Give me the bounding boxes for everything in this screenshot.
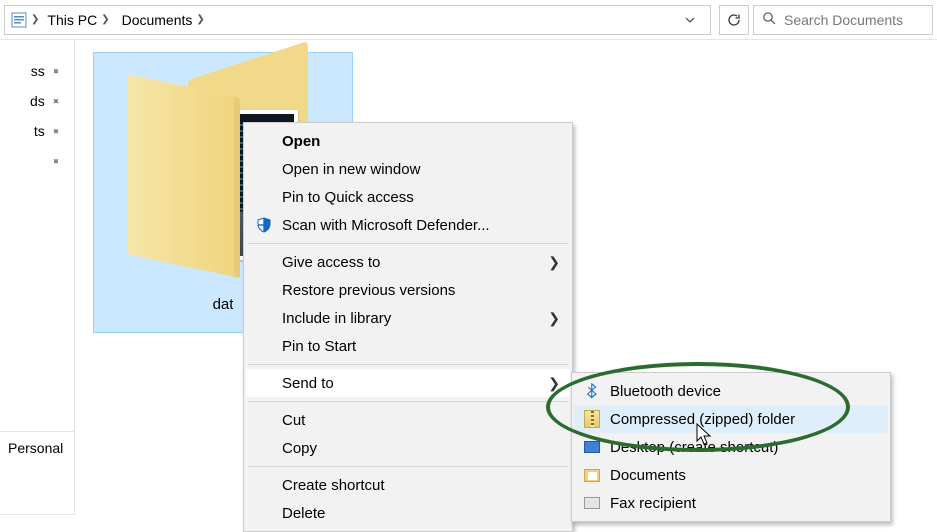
menu-item-label: Give access to — [282, 254, 380, 271]
search-icon — [762, 11, 776, 28]
submenu-arrow-icon: ❯ — [548, 375, 560, 392]
search-placeholder: Search Documents — [784, 12, 903, 28]
menu-item-label: Open — [282, 133, 320, 150]
menu-item-label: Send to — [282, 375, 334, 392]
menu-item-label: Open in new window — [282, 161, 420, 178]
menu-item-restore-versions[interactable]: Restore previous versions — [246, 276, 570, 304]
menu-item-label: Include in library — [282, 310, 391, 327]
pin-icon: ✦ — [48, 93, 64, 109]
zip-folder-icon — [582, 409, 602, 429]
refresh-button[interactable] — [719, 5, 749, 35]
search-box[interactable]: Search Documents — [753, 5, 933, 35]
breadcrumb-label: This PC — [47, 12, 97, 28]
menu-item-label: Copy — [282, 440, 317, 457]
menu-item-bluetooth[interactable]: Bluetooth device — [574, 377, 888, 405]
submenu-arrow-icon: ❯ — [548, 310, 560, 327]
menu-item-label: Desktop (create shortcut) — [610, 439, 778, 456]
breadcrumb-label: Documents — [122, 12, 193, 28]
nav-item-label: ss — [31, 63, 45, 79]
menu-item-label: Fax recipient — [610, 495, 696, 512]
navigation-pane: ss ✦ ds ✦ ts ✦ ✦ Personal — [0, 40, 75, 515]
menu-item-copy[interactable]: Copy — [246, 434, 570, 462]
menu-item-create-shortcut[interactable]: Create shortcut — [246, 471, 570, 499]
menu-item-pin-quick-access[interactable]: Pin to Quick access — [246, 183, 570, 211]
addressbar-row: ❯ This PC ❯ Documents ❯ Search Documents — [0, 0, 937, 40]
menu-item-pin-start[interactable]: Pin to Start — [246, 332, 570, 360]
nav-item-label: ds — [30, 93, 45, 109]
submenu-arrow-icon: ❯ — [548, 254, 560, 271]
send-to-submenu: Bluetooth device Compressed (zipped) fol… — [571, 372, 891, 522]
menu-item-delete[interactable]: Delete — [246, 499, 570, 527]
menu-separator — [248, 243, 568, 244]
desktop-icon — [582, 437, 602, 457]
bluetooth-icon — [582, 381, 602, 401]
menu-separator — [248, 401, 568, 402]
nav-quick-item[interactable]: ✦ — [0, 146, 74, 176]
menu-item-desktop-shortcut[interactable]: Desktop (create shortcut) — [574, 433, 888, 461]
menu-separator — [248, 364, 568, 365]
nav-section-personal[interactable]: Personal — [0, 431, 74, 515]
menu-item-include-library[interactable]: Include in library ❯ — [246, 304, 570, 332]
nav-quick-item[interactable]: ts ✦ — [0, 116, 74, 146]
menu-item-label: Bluetooth device — [610, 383, 721, 400]
menu-item-label: Cut — [282, 412, 305, 429]
breadcrumb: This PC ❯ Documents ❯ — [43, 10, 672, 30]
nav-section-label: Personal — [8, 440, 63, 456]
pin-icon: ✦ — [48, 123, 64, 139]
breadcrumb-this-pc[interactable]: This PC ❯ — [43, 10, 113, 30]
menu-item-label: Restore previous versions — [282, 282, 455, 299]
menu-item-fax-recipient[interactable]: Fax recipient — [574, 489, 888, 517]
menu-item-label: Pin to Start — [282, 338, 356, 355]
documents-folder-icon — [582, 465, 602, 485]
menu-item-label: Compressed (zipped) folder — [610, 411, 795, 428]
chevron-right-icon[interactable]: ❯ — [101, 14, 109, 25]
breadcrumb-documents[interactable]: Documents ❯ — [118, 10, 209, 30]
location-icon — [11, 12, 27, 28]
menu-item-send-to[interactable]: Send to ❯ — [246, 369, 570, 397]
fax-icon — [582, 493, 602, 513]
menu-item-scan-defender[interactable]: Scan with Microsoft Defender... — [246, 211, 570, 239]
nav-item-label: ts — [34, 123, 45, 139]
pin-icon: ✦ — [48, 63, 64, 79]
menu-item-label: Documents — [610, 467, 686, 484]
menu-item-compressed-folder[interactable]: Compressed (zipped) folder — [574, 405, 888, 433]
address-tail — [676, 6, 704, 34]
menu-item-label: Pin to Quick access — [282, 189, 414, 206]
nav-quick-item[interactable]: ss ✦ — [0, 56, 74, 86]
shield-icon — [254, 215, 274, 235]
menu-item-open-new-window[interactable]: Open in new window — [246, 155, 570, 183]
pin-icon: ✦ — [48, 153, 64, 169]
menu-item-cut[interactable]: Cut — [246, 406, 570, 434]
context-menu: Open Open in new window Pin to Quick acc… — [243, 122, 573, 532]
menu-item-label: Create shortcut — [282, 477, 385, 494]
menu-separator — [248, 466, 568, 467]
menu-item-label: Scan with Microsoft Defender... — [282, 217, 490, 234]
address-bar[interactable]: ❯ This PC ❯ Documents ❯ — [4, 5, 711, 35]
menu-item-give-access[interactable]: Give access to ❯ — [246, 248, 570, 276]
chevron-right-icon[interactable]: ❯ — [31, 14, 39, 25]
chevron-right-icon[interactable]: ❯ — [196, 14, 204, 25]
folder-label: dat — [213, 296, 234, 313]
nav-quick-item[interactable]: ds ✦ — [0, 86, 74, 116]
history-dropdown-button[interactable] — [676, 6, 704, 34]
menu-item-open[interactable]: Open — [246, 127, 570, 155]
menu-item-documents[interactable]: Documents — [574, 461, 888, 489]
menu-item-label: Delete — [282, 505, 325, 522]
